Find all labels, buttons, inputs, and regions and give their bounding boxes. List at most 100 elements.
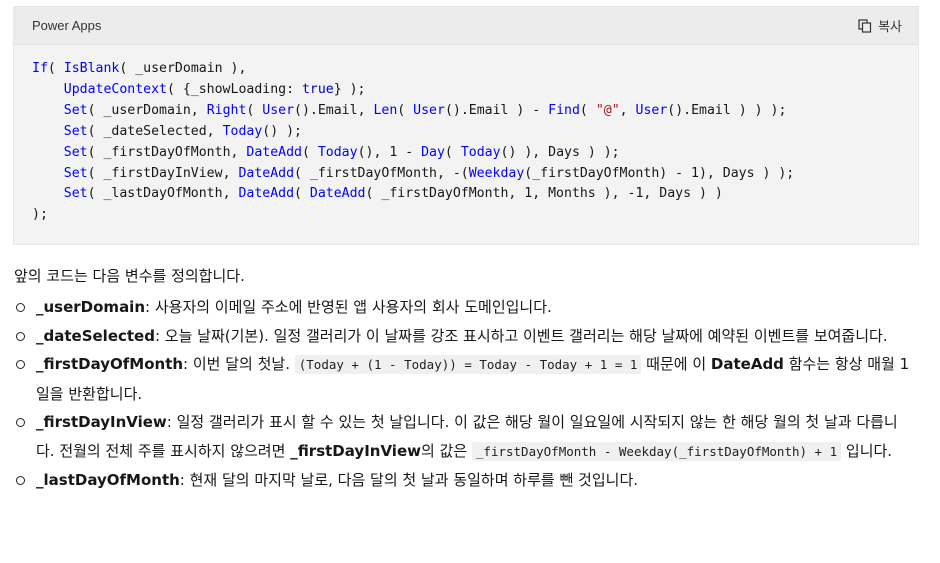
- code-token: Find: [548, 102, 580, 118]
- copy-icon: [858, 18, 872, 33]
- copy-button[interactable]: 복사: [858, 16, 902, 35]
- code-line: Set( _dateSelected, Today() );: [32, 124, 302, 139]
- code-token: ( _firstDayOfMonth,: [87, 144, 247, 160]
- code-token: "@": [595, 102, 620, 118]
- description-text: : 이번 달의 첫날.: [183, 355, 295, 373]
- bullet-icon: [16, 360, 25, 369]
- code-token: (_firstDayOfMonth) - 1), Days ) );: [524, 165, 795, 181]
- variable-list-item: _firstDayOfMonth: 이번 달의 첫날. (Today + (1 …: [14, 350, 914, 408]
- code-token: ().Email ) -: [444, 102, 549, 118]
- code-token: (: [579, 102, 596, 118]
- code-line: );: [32, 207, 48, 222]
- variable-list-item: _dateSelected: 오늘 날짜(기본). 일정 갤러리가 이 날짜를 …: [14, 322, 914, 351]
- code-token: ( _firstDayInView,: [87, 165, 239, 181]
- code-token: User: [413, 102, 445, 118]
- variable-list-item: _userDomain: 사용자의 이메일 주소에 반영된 앱 사용자의 회사 …: [14, 293, 914, 322]
- intro-text: 앞의 코드는 다음 변수를 정의합니다.: [14, 267, 245, 285]
- code-token: DateAdd: [238, 186, 295, 202]
- code-token: () );: [262, 123, 302, 139]
- code-token: User: [635, 102, 668, 118]
- copy-button-label: 복사: [878, 20, 902, 35]
- bold-term: _firstDayInView: [290, 441, 421, 460]
- code-token: () ), Days ) );: [500, 144, 620, 160]
- code-token: Set: [63, 165, 88, 181]
- variable-list: _userDomain: 사용자의 이메일 주소에 반영된 앱 사용자의 회사 …: [14, 293, 914, 495]
- code-token: Set: [63, 186, 88, 202]
- inline-code: (Today + (1 - Today)) = Today - Today + …: [294, 355, 642, 374]
- bold-term: DateAdd: [710, 355, 784, 373]
- description-text: : 오늘 날짜(기본). 일정 갤러리가 이 날짜를 강조 표시하고 이벤트 갤…: [154, 326, 888, 345]
- code-token: );: [32, 207, 48, 223]
- variable-name: _firstDayOfMonth: [36, 355, 184, 373]
- code-token: ().Email ) ) );: [667, 102, 787, 118]
- code-token: DateAdd: [238, 165, 295, 181]
- variable-name: _firstDayInView: [36, 413, 167, 431]
- description-text: 때문에 이: [641, 355, 711, 373]
- code-token: Set: [63, 123, 88, 139]
- code-token: ( _userDomain ),: [119, 61, 247, 76]
- code-line: Set( _lastDayOfMonth, DateAdd( DateAdd( …: [32, 186, 723, 201]
- bullet-icon: [16, 331, 25, 341]
- variable-name: _userDomain: [36, 298, 146, 316]
- description-text: : 현재 달의 마지막 날로, 다음 달의 첫 날과 동일하며 하루를 뺀 것입…: [179, 471, 639, 489]
- code-token: DateAdd: [309, 186, 366, 202]
- code-token: Right: [206, 102, 247, 118]
- bullet-icon: [16, 418, 25, 427]
- description-text: 의 값은: [420, 441, 472, 460]
- code-token: DateAdd: [246, 144, 302, 160]
- code-token: ( _dateSelected,: [87, 123, 223, 139]
- code-token: Today: [317, 144, 358, 160]
- code-content: If( IsBlank( _userDomain ), UpdateContex…: [32, 59, 794, 226]
- code-line: Set( _firstDayOfMonth, DateAdd( Today(),…: [32, 145, 620, 160]
- code-token: ().Email,: [294, 102, 374, 118]
- code-language-label: Power Apps: [32, 18, 102, 33]
- code-token: (: [397, 102, 414, 118]
- code-token: (: [444, 144, 461, 160]
- code-token: (: [47, 61, 64, 76]
- code-token: (), 1 -: [357, 144, 422, 160]
- code-token: Set: [63, 144, 88, 160]
- code-token: true: [301, 81, 334, 97]
- code-token: Day: [421, 144, 445, 160]
- bullet-icon: [16, 303, 25, 312]
- code-line: Set( _userDomain, Right( User().Email, L…: [32, 102, 787, 118]
- code-block: Power Apps 복사 If( IsBlank( _userDomain )…: [13, 6, 919, 245]
- bullet-icon: [16, 476, 25, 485]
- variable-name: _dateSelected: [36, 326, 155, 345]
- code-token: Set: [63, 102, 88, 118]
- code-token: User: [262, 102, 295, 118]
- code-token: Len: [373, 102, 398, 118]
- code-token: ( _userDomain,: [87, 102, 207, 118]
- code-token: Today: [222, 123, 263, 139]
- variable-list-item: _lastDayOfMonth: 현재 달의 마지막 날로, 다음 달의 첫 날…: [14, 466, 914, 495]
- code-line: Set( _firstDayInView, DateAdd( _firstDay…: [32, 166, 794, 181]
- code-token: (: [246, 102, 263, 118]
- code-token: ( _firstDayOfMonth, 1, Months ), -1, Day…: [365, 186, 723, 202]
- code-token: IsBlank: [63, 61, 120, 76]
- code-line: If( IsBlank( _userDomain ),: [32, 61, 246, 76]
- code-token: If: [32, 61, 48, 76]
- code-token: } );: [333, 81, 366, 97]
- variable-name: _lastDayOfMonth: [36, 471, 180, 489]
- code-token: UpdateContext: [63, 81, 167, 97]
- code-token: ( {_showLoading:: [166, 81, 302, 97]
- code-token: Weekday: [468, 165, 525, 181]
- variable-list-item: _firstDayInView: 일정 갤러리가 표시 할 수 있는 첫 날입니…: [14, 408, 914, 466]
- code-token: (: [301, 144, 318, 160]
- code-token: ,: [619, 102, 636, 118]
- description-text: : 사용자의 이메일 주소에 반영된 앱 사용자의 회사 도메인입니다.: [145, 298, 552, 316]
- description-text: 입니다.: [841, 441, 893, 460]
- code-line: UpdateContext( {_showLoading: true} );: [32, 82, 366, 97]
- inline-code: _firstDayOfMonth - Weekday(_firstDayOfMo…: [471, 441, 842, 461]
- code-token: ( _firstDayOfMonth, -(: [294, 165, 469, 181]
- code-token: Today: [460, 144, 501, 160]
- code-token: (: [294, 186, 310, 202]
- code-token: ( _lastDayOfMonth,: [87, 186, 239, 202]
- code-block-header: Power Apps 복사: [14, 7, 918, 45]
